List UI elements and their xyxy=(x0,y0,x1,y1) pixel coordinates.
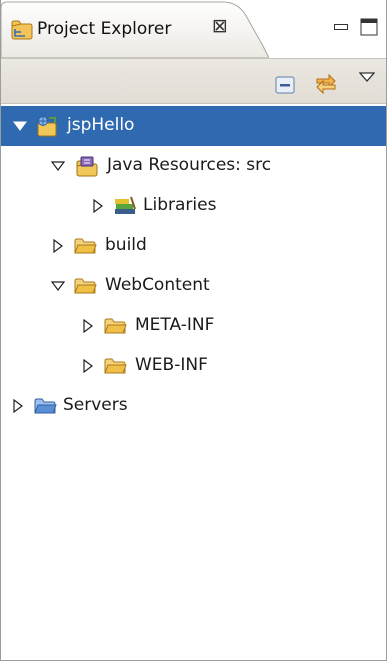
tree-item-label: WEB-INF xyxy=(135,355,208,375)
project-tree: jspHello Java Resources: src Libraries b… xyxy=(1,106,386,426)
libraries-icon xyxy=(115,196,136,214)
java-resources-icon xyxy=(76,156,98,177)
folder-icon xyxy=(104,358,127,374)
view-menu-icon[interactable] xyxy=(359,71,375,83)
tree-item-label: Servers xyxy=(63,395,128,415)
tree-item-build[interactable]: build xyxy=(1,226,386,266)
tree-item-label: Java Resources: src xyxy=(107,155,272,175)
close-tab-icon[interactable]: ⊠ xyxy=(212,17,228,36)
tree-item-label: jspHello xyxy=(67,115,135,135)
maximize-icon[interactable] xyxy=(360,18,378,36)
tree-item-servers[interactable]: Servers xyxy=(1,386,386,426)
view-toolbar xyxy=(1,58,386,104)
minimize-icon[interactable] xyxy=(334,22,348,32)
servers-folder-icon xyxy=(34,398,57,414)
collapsed-twisty-icon[interactable] xyxy=(91,199,105,213)
tree-item-web-inf[interactable]: WEB-INF xyxy=(1,346,386,386)
folder-icon xyxy=(74,278,97,294)
folder-icon xyxy=(104,318,127,334)
collapsed-twisty-icon[interactable] xyxy=(81,359,95,373)
web-project-icon xyxy=(37,116,57,137)
tree-item-jsphello[interactable]: jspHello xyxy=(1,106,386,146)
tree-item-label: build xyxy=(105,235,147,255)
tab-title: Project Explorer xyxy=(37,19,172,39)
tab-project-explorer[interactable]: Project Explorer ⊠ xyxy=(1,0,269,58)
collapse-all-icon[interactable] xyxy=(275,76,295,94)
tree-item-java-resources[interactable]: Java Resources: src xyxy=(1,146,386,186)
view-tab-strip: Project Explorer ⊠ xyxy=(1,0,386,58)
tree-item-label: Libraries xyxy=(143,195,217,215)
folder-icon xyxy=(74,238,97,254)
tree-item-label: META-INF xyxy=(135,315,215,335)
tree-item-label: WebContent xyxy=(105,275,210,295)
expanded-twisty-icon[interactable] xyxy=(51,159,65,173)
tree-item-webcontent[interactable]: WebContent xyxy=(1,266,386,306)
project-explorer-icon xyxy=(11,20,33,40)
project-explorer-view: Project Explorer ⊠ jspHello Java Resourc… xyxy=(0,0,387,661)
collapsed-twisty-icon[interactable] xyxy=(11,399,25,413)
expanded-twisty-icon[interactable] xyxy=(13,119,27,133)
expanded-twisty-icon[interactable] xyxy=(51,279,65,293)
tree-item-meta-inf[interactable]: META-INF xyxy=(1,306,386,346)
tree-item-libraries[interactable]: Libraries xyxy=(1,186,386,226)
collapsed-twisty-icon[interactable] xyxy=(51,239,65,253)
collapsed-twisty-icon[interactable] xyxy=(81,319,95,333)
link-with-editor-icon[interactable] xyxy=(313,71,339,97)
